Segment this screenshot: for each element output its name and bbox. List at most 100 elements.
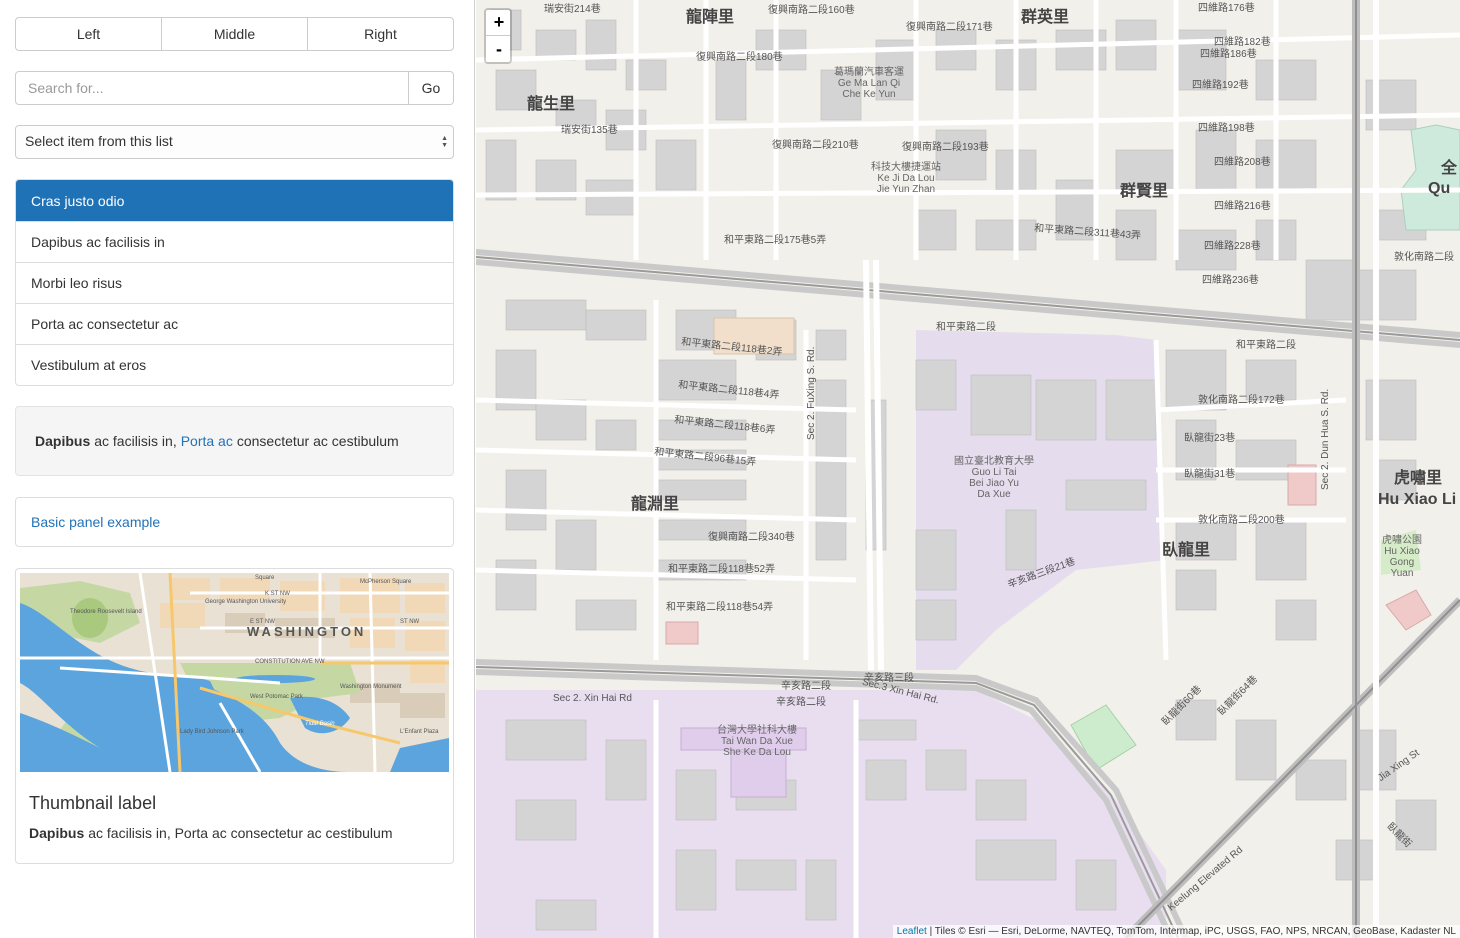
svg-text:CONSTITUTION AVE NW: CONSTITUTION AVE NW (255, 659, 325, 665)
thumbnail-bold: Dapibus (29, 825, 85, 841)
map-label-dunhua-lane-3: 敦化南路二段 (1394, 252, 1454, 263)
map-label-huxiao-en: Hu Xiao Li (1378, 491, 1457, 508)
right-button[interactable]: Right (307, 17, 454, 51)
svg-text:West Potomac Park: West Potomac Park (250, 694, 304, 700)
map-label-siwei-7: 四維路228巷 (1204, 241, 1261, 252)
button-group: Left Middle Right (15, 17, 454, 51)
poi-label-huxiao-park: 虎嘯公園 Hu Xiao Gong Yuan (1382, 535, 1422, 579)
leaflet-link[interactable]: Leaflet (897, 926, 927, 937)
left-button[interactable]: Left (15, 17, 162, 51)
map-label-fuxing-lane-3: 復興南路二段171巷 (906, 22, 993, 33)
map-label-huxiao: 虎嘯里 (1394, 470, 1443, 487)
thumbnail-label: Thumbnail label (29, 793, 157, 813)
map-label-fuxing-lane-6: 復興南路二段340巷 (708, 532, 795, 543)
svg-text:George Washington University: George Washington University (205, 599, 286, 605)
well: Dapibus ac facilisis in, Porta ac consec… (15, 406, 454, 476)
search-input[interactable] (15, 71, 409, 105)
map-label-xinhai-cn-2: 辛亥路二段 (776, 697, 826, 708)
thumbnail-caption: Thumbnail label Dapibus ac facilisis in, … (20, 772, 449, 841)
map-label-siwei-6: 四維路216巷 (1214, 201, 1271, 212)
map-label-fuxing-lane-1: 復興南路二段180巷 (696, 52, 783, 63)
zoom-out-button[interactable]: - (486, 36, 510, 62)
svg-text:Theodore Roosevelt Island: Theodore Roosevelt Island (70, 609, 142, 615)
map[interactable]: 龍陣里 群英里 龍生里 群賢里 龍淵里 臥龍里 虎嘯里 Hu Xiao Li Q… (476, 0, 1460, 938)
zoom-in-button[interactable]: + (486, 10, 510, 36)
map-label-siwei-8: 四維路236巷 (1202, 275, 1259, 286)
item-select[interactable]: Select item from this list ▲ ▼ (15, 125, 454, 159)
map-label-heping: 和平東路二段 (936, 322, 996, 333)
map-label-heping-lane-1: 和平東路二段175巷5弄 (724, 235, 827, 246)
well-bold: Dapibus (35, 433, 91, 449)
map-label-qu: Qu (1428, 180, 1451, 197)
map-label-heping-2: 和平東路二段 (1236, 340, 1296, 351)
svg-text:Square: Square (255, 575, 275, 581)
middle-button[interactable]: Middle (161, 17, 308, 51)
map-attribution: Leaflet | Tiles © Esri — Esri, DeLorme, … (892, 925, 1460, 938)
svg-text:WASHINGTON: WASHINGTON (247, 624, 366, 639)
basic-panel: Basic panel example (15, 497, 454, 547)
map-label-longzhen: 龍陣里 (686, 9, 735, 26)
map-label-siwei-3: 四維路192巷 (1192, 80, 1249, 91)
svg-text:Washington Monument: Washington Monument (340, 684, 402, 690)
list-item-morbi[interactable]: Morbi leo risus (16, 262, 453, 303)
list-item-porta[interactable]: Porta ac consectetur ac (16, 303, 453, 344)
select-value: Select item from this list (25, 133, 173, 149)
svg-text:E ST NW: E ST NW (250, 619, 275, 625)
list-item-cras[interactable]: Cras justo odio (16, 180, 453, 221)
thumbnail: WASHINGTON Theodore Roosevelt Island CON… (15, 568, 454, 864)
list-item-vestibulum[interactable]: Vestibulum at eros (16, 344, 453, 385)
poi-label-technology-building: 科技大樓捷運站 Ke Ji Da Lou Jie Yun Zhan (871, 162, 941, 195)
map-label-xinhai-cn-3: 辛亥路三段 (864, 673, 914, 684)
well-text-2: consectetur ac cestibulum (236, 433, 399, 449)
map-label-dunhua: Sec 2. Dun Hua S. Rd. (1320, 388, 1331, 490)
svg-text:Tidal Basin: Tidal Basin (305, 721, 335, 727)
svg-text:Lady Bird Johnson Park: Lady Bird Johnson Park (180, 729, 245, 735)
map-label-fuxing-lane-5: 復興南路二段193巷 (902, 142, 989, 153)
thumbnail-text: Dapibus ac facilisis in, Porta ac consect… (29, 825, 440, 841)
go-button[interactable]: Go (409, 71, 454, 105)
poi-label-ntue: 國立臺北教育大學 Guo Li Tai Bei Jiao Yu Da Xue (954, 456, 1034, 500)
sidebar: Left Middle Right Go Select item from th… (0, 0, 475, 938)
poi-label-kamalan: 葛瑪蘭汽車客運 Ge Ma Lan Qi Che Ke Yun (834, 67, 904, 100)
map-label-heping-lane-6: 和平東路二段118巷52弄 (668, 564, 776, 575)
zoom-control: + - (484, 8, 512, 64)
map-label-qunxian: 群賢里 (1120, 183, 1169, 200)
svg-text:K ST NW: K ST NW (265, 591, 290, 597)
map-label-siwei-9: 四維路176巷 (1198, 3, 1255, 14)
map-label-siwei-2: 四維路186巷 (1200, 49, 1257, 60)
search-group: Go (15, 71, 454, 105)
map-label-xinhai-cn: 辛亥路二段 (781, 681, 831, 692)
map-label-wolong-lane-2: 臥龍街31巷 (1184, 469, 1236, 480)
map-label-siwei-5: 四維路208巷 (1214, 157, 1271, 168)
select-arrows-icon: ▲ ▼ (441, 135, 448, 149)
map-label-longsheng: 龍生里 (527, 96, 576, 113)
svg-text:L'Enfant Plaza: L'Enfant Plaza (400, 729, 439, 735)
poi-label-ntu: 台灣大學社科大樓 Tai Wan Da Xue She Ke Da Lou (717, 725, 797, 758)
thumbnail-body: ac facilisis in, Porta ac consectetur ac… (88, 825, 393, 841)
map-label-fuxing-lane-4: 復興南路二段210巷 (772, 140, 859, 151)
well-link[interactable]: Porta ac (181, 433, 233, 449)
well-text-1: ac facilisis in, (94, 433, 177, 449)
thumbnail-map-image: WASHINGTON Theodore Roosevelt Island CON… (20, 573, 449, 772)
map-label-fuxing: Sec 2. FuXing S. Rd. (806, 346, 817, 440)
map-label-fuxing-lane-2: 復興南路二段160巷 (768, 5, 855, 16)
map-label-siwei-1: 四維路182巷 (1214, 37, 1271, 48)
map-label-ruian-1: 瑞安街214巷 (544, 4, 601, 15)
map-label-heping-lane-7: 和平東路二段118巷54弄 (666, 602, 774, 613)
list-item-dapibus[interactable]: Dapibus ac facilisis in (16, 221, 453, 262)
map-label-dunhua-lane-1: 敦化南路二段172巷 (1198, 395, 1285, 406)
svg-text:McPherson Square: McPherson Square (360, 579, 412, 585)
map-label-xinhai: Sec 2. Xin Hai Rd (553, 693, 632, 704)
attribution-text: | Tiles © Esri — Esri, DeLorme, NAVTEQ, … (929, 926, 1456, 937)
map-label-wolong-lane-1: 臥龍街23巷 (1184, 433, 1236, 444)
svg-text:ST NW: ST NW (400, 619, 420, 625)
map-label-quan: 全 (1441, 160, 1458, 177)
map-label-qunying: 群英里 (1021, 9, 1070, 26)
list-group: Cras justo odio Dapibus ac facilisis in … (15, 179, 454, 386)
map-label-ruian-2: 瑞安街135巷 (561, 125, 618, 136)
map-label-longyuan: 龍淵里 (631, 496, 680, 513)
panel-link[interactable]: Basic panel example (31, 514, 160, 530)
map-label-siwei-4: 四維路198巷 (1198, 123, 1255, 134)
map-label-wolong: 臥龍里 (1162, 542, 1211, 559)
map-label-dunhua-lane-2: 敦化南路二段200巷 (1198, 515, 1285, 526)
